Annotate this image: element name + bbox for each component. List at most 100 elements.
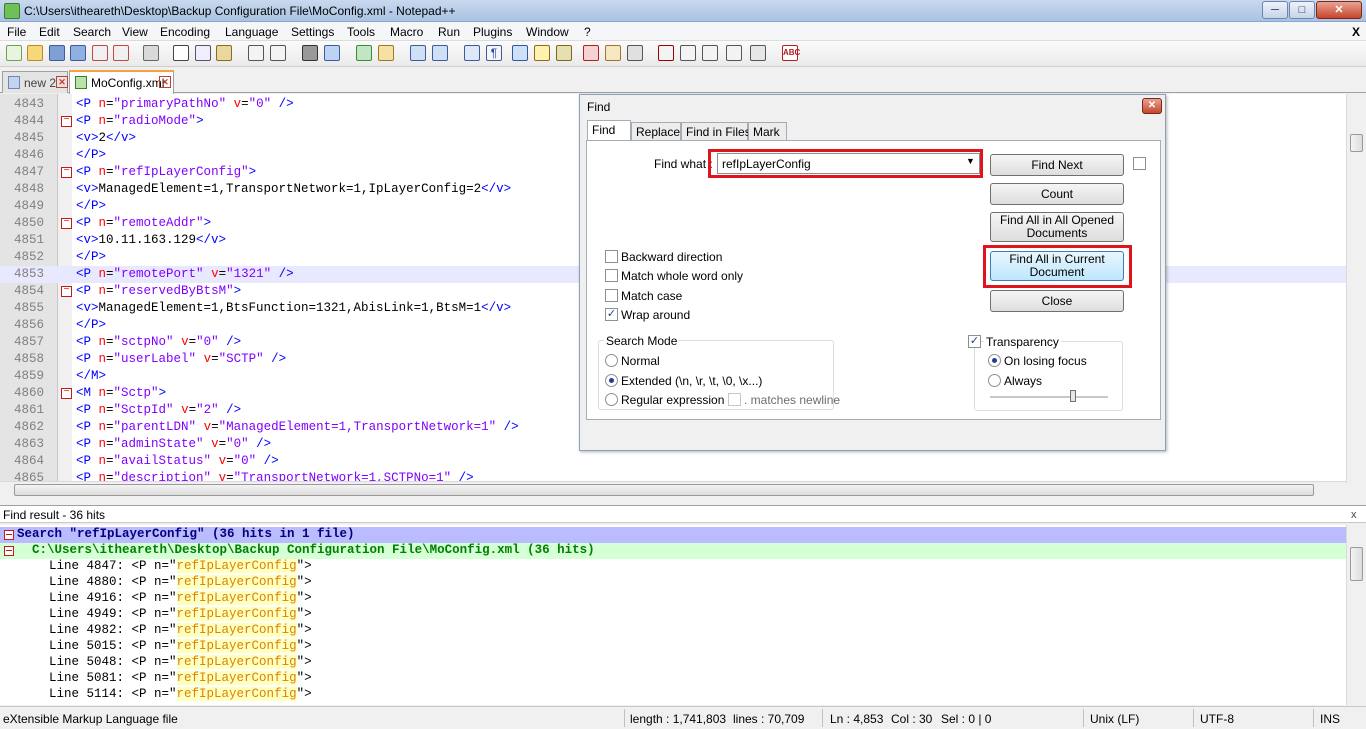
result-hit-line[interactable]: Line 4880: <P n="refIpLayerConfig"> [0, 575, 1346, 591]
result-hit-line[interactable]: Line 4949: <P n="refIpLayerConfig"> [0, 607, 1346, 623]
monitoring-icon[interactable] [627, 45, 643, 61]
folder-as-workspace-icon[interactable] [605, 45, 621, 61]
menu-search[interactable]: Search [73, 25, 111, 39]
transparency-checkbox[interactable]: ✓ [968, 335, 981, 348]
save-all-icon[interactable] [70, 45, 86, 61]
on-losing-focus-radio[interactable] [988, 354, 1001, 367]
sync-vertical-icon[interactable] [410, 45, 426, 61]
menu-language[interactable]: Language [225, 25, 278, 39]
fold-minus-icon[interactable]: − [61, 116, 72, 127]
fold-minus-icon[interactable] [4, 530, 14, 540]
tab-replace[interactable]: Replace [631, 122, 681, 140]
function-list-icon[interactable] [583, 45, 599, 61]
maximize-button[interactable]: □ [1289, 1, 1315, 19]
result-hit-line[interactable]: Line 5048: <P n="refIpLayerConfig"> [0, 655, 1346, 671]
find-next-button[interactable]: Find Next [990, 154, 1124, 176]
document-map-icon[interactable] [556, 45, 572, 61]
find-result-panel[interactable]: Search "refIpLayerConfig" (36 hits in 1 … [0, 525, 1346, 705]
menu-run[interactable]: Run [438, 25, 460, 39]
find-next-option-checkbox[interactable] [1133, 157, 1146, 170]
editor-horizontal-scrollbar[interactable] [0, 481, 1346, 497]
open-file-icon[interactable] [27, 45, 43, 61]
cut-icon[interactable] [173, 45, 189, 61]
dialog-close-button[interactable]: ✕ [1142, 98, 1162, 114]
copy-icon[interactable] [195, 45, 211, 61]
wrap-around-checkbox[interactable]: ✓ [605, 308, 618, 321]
normal-radio[interactable] [605, 354, 618, 367]
tab-find-in-files[interactable]: Find in Files [681, 122, 751, 140]
find-all-in-all-opened-button[interactable]: Find All in All Opened Documents [990, 212, 1124, 242]
print-icon[interactable] [143, 45, 159, 61]
status-encoding[interactable]: UTF-8 [1200, 712, 1234, 726]
menu-macro[interactable]: Macro [390, 25, 423, 39]
matches-newline-checkbox[interactable] [728, 393, 741, 406]
playback-macro-icon[interactable] [702, 45, 718, 61]
menu-window[interactable]: Window [526, 25, 569, 39]
show-all-characters-icon[interactable]: ¶ [486, 45, 502, 61]
tab-close-icon[interactable]: ✕ [56, 76, 68, 88]
word-wrap-icon[interactable] [464, 45, 480, 61]
menu-settings[interactable]: Settings [291, 25, 334, 39]
backward-direction-checkbox[interactable] [605, 250, 618, 263]
new-file-icon[interactable] [6, 45, 22, 61]
menu-edit[interactable]: Edit [39, 25, 60, 39]
replace-icon[interactable] [324, 45, 340, 61]
extended-radio[interactable] [605, 374, 618, 387]
zoom-out-icon[interactable] [378, 45, 394, 61]
menu-plugins[interactable]: Plugins [473, 25, 512, 39]
result-hit-line[interactable]: Line 5081: <P n="refIpLayerConfig"> [0, 671, 1346, 687]
fold-minus-icon[interactable]: − [61, 218, 72, 229]
menu-file[interactable]: File [7, 25, 26, 39]
record-macro-icon[interactable] [658, 45, 674, 61]
transparency-slider-thumb[interactable] [1070, 390, 1076, 402]
paste-icon[interactable] [216, 45, 232, 61]
result-hit-line[interactable]: Line 4982: <P n="refIpLayerConfig"> [0, 623, 1346, 639]
fold-minus-icon[interactable] [4, 546, 14, 556]
tab-close-icon[interactable]: ✕ [159, 76, 171, 88]
status-insert-mode[interactable]: INS [1320, 712, 1340, 726]
match-whole-word-checkbox[interactable] [605, 269, 618, 282]
always-radio[interactable] [988, 374, 1001, 387]
save-macro-icon[interactable] [750, 45, 766, 61]
scroll-thumb[interactable] [1350, 547, 1363, 581]
indent-guide-icon[interactable] [512, 45, 528, 61]
result-hit-line[interactable]: Line 5015: <P n="refIpLayerConfig"> [0, 639, 1346, 655]
undo-icon[interactable] [248, 45, 264, 61]
close-icon[interactable] [92, 45, 108, 61]
close-window-button[interactable]: ✕ [1316, 1, 1362, 19]
menu-tools[interactable]: Tools [347, 25, 375, 39]
zoom-in-icon[interactable] [356, 45, 372, 61]
status-eol[interactable]: Unix (LF) [1090, 712, 1139, 726]
count-button[interactable]: Count [990, 183, 1124, 205]
find-result-close-icon[interactable]: x [1351, 509, 1357, 521]
menu-encoding[interactable]: Encoding [160, 25, 210, 39]
menu-help[interactable]: ? [584, 25, 591, 39]
user-defined-language-icon[interactable] [534, 45, 550, 61]
stop-recording-icon[interactable] [680, 45, 696, 61]
code-line[interactable]: 4864 <P n="availStatus" v="0" /> [0, 453, 1346, 470]
result-hit-line[interactable]: Line 5114: <P n="refIpLayerConfig"> [0, 687, 1346, 703]
tab-moconfig[interactable]: MoConfig.xml ✕ [69, 70, 174, 94]
sync-horizontal-icon[interactable] [432, 45, 448, 61]
result-hit-line[interactable]: Line 4847: <P n="refIpLayerConfig"> [0, 559, 1346, 575]
result-hit-line[interactable]: Line 4916: <P n="refIpLayerConfig"> [0, 591, 1346, 607]
match-case-checkbox[interactable] [605, 289, 618, 302]
regular-expression-radio[interactable] [605, 393, 618, 406]
find-icon[interactable] [302, 45, 318, 61]
search-summary-line[interactable]: Search "refIpLayerConfig" (36 hits in 1 … [0, 527, 1346, 543]
file-result-line[interactable]: C:\Users\itheareth\Desktop\Backup Config… [0, 543, 1346, 559]
scroll-thumb[interactable] [14, 484, 1314, 496]
tab-mark[interactable]: Mark [748, 122, 787, 140]
save-icon[interactable] [49, 45, 65, 61]
editor-vertical-scrollbar[interactable] [1346, 94, 1366, 483]
run-macro-multiple-icon[interactable] [726, 45, 742, 61]
fold-minus-icon[interactable]: − [61, 167, 72, 178]
close-document-icon[interactable]: X [1352, 25, 1360, 39]
close-all-icon[interactable] [113, 45, 129, 61]
redo-icon[interactable] [270, 45, 286, 61]
scroll-thumb[interactable] [1350, 134, 1363, 152]
close-button[interactable]: Close [990, 290, 1124, 312]
tab-find[interactable]: Find [587, 120, 631, 141]
spell-check-icon[interactable]: ABC [782, 45, 800, 61]
fold-minus-icon[interactable]: − [61, 388, 72, 399]
